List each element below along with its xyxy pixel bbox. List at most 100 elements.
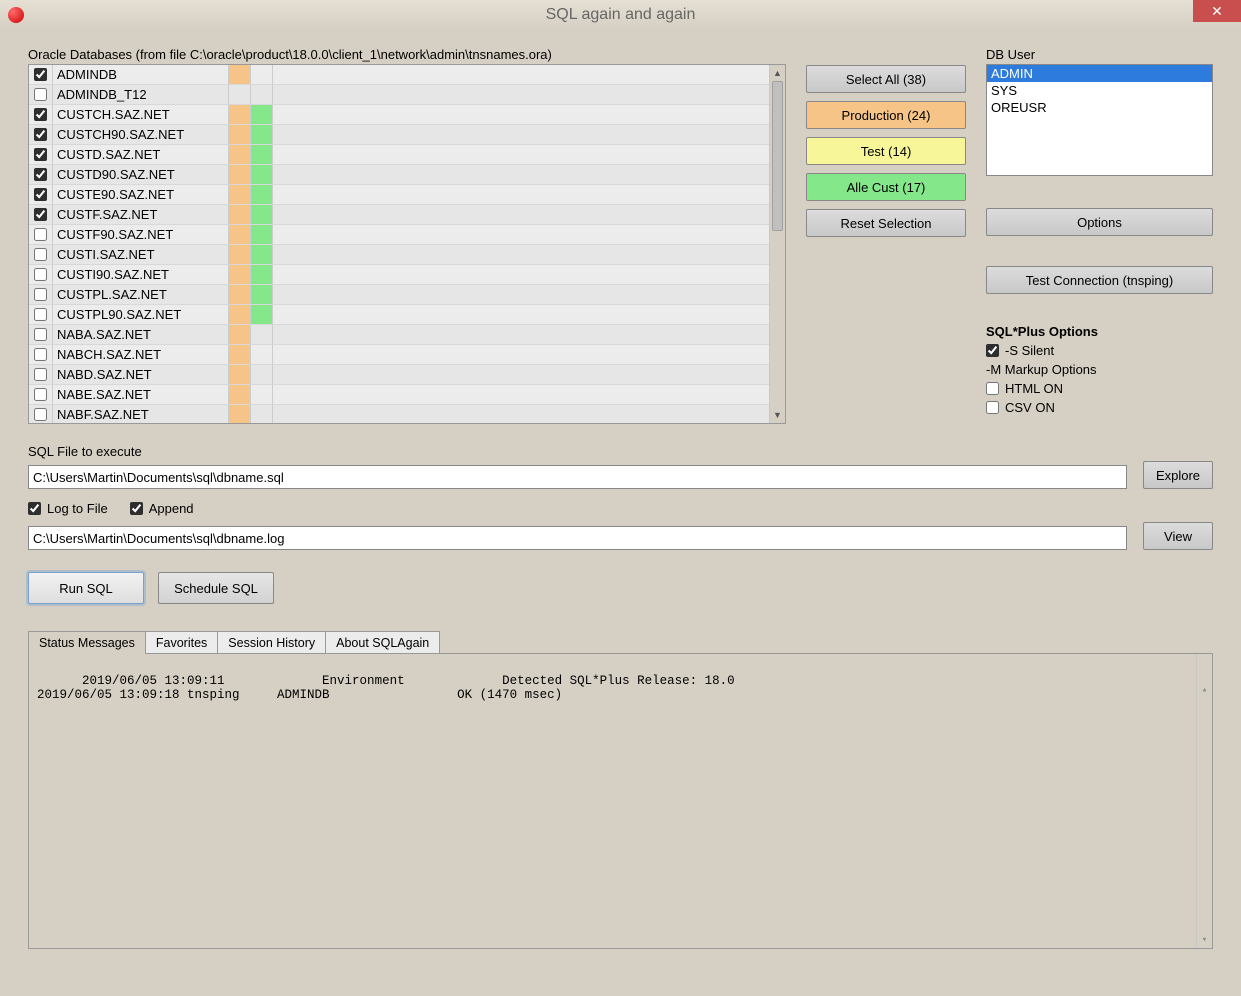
- db-grid-row[interactable]: CUSTF.SAZ.NET: [29, 205, 769, 225]
- db-row-checkbox-cell[interactable]: [29, 345, 53, 364]
- view-button[interactable]: View: [1143, 522, 1213, 550]
- db-row-checkbox-cell[interactable]: [29, 65, 53, 84]
- db-user-list[interactable]: ADMINSYSOREUSR: [986, 64, 1213, 176]
- db-grid-row[interactable]: CUSTPL90.SAZ.NET: [29, 305, 769, 325]
- db-row-checkbox-cell[interactable]: [29, 405, 53, 423]
- tab-status-messages[interactable]: Status Messages: [28, 631, 146, 654]
- db-grid-row[interactable]: NABE.SAZ.NET: [29, 385, 769, 405]
- db-grid-row[interactable]: CUSTD.SAZ.NET: [29, 145, 769, 165]
- log-file-input[interactable]: [28, 526, 1127, 550]
- db-grid-row[interactable]: NABD.SAZ.NET: [29, 365, 769, 385]
- db-row-checkbox-cell[interactable]: [29, 185, 53, 204]
- silent-checkbox[interactable]: [986, 344, 999, 357]
- db-row-checkbox-cell[interactable]: [29, 205, 53, 224]
- db-row-checkbox-cell[interactable]: [29, 285, 53, 304]
- db-grid-row[interactable]: CUSTD90.SAZ.NET: [29, 165, 769, 185]
- db-row-color1: [229, 125, 251, 144]
- db-row-checkbox[interactable]: [34, 328, 47, 341]
- db-grid-row[interactable]: CUSTE90.SAZ.NET: [29, 185, 769, 205]
- test-button[interactable]: Test (14): [806, 137, 966, 165]
- db-row-color1: [229, 345, 251, 364]
- db-row-checkbox-cell[interactable]: [29, 245, 53, 264]
- db-row-checkbox-cell[interactable]: [29, 385, 53, 404]
- production-button[interactable]: Production (24): [806, 101, 966, 129]
- append-checkbox[interactable]: [130, 502, 143, 515]
- db-row-checkbox[interactable]: [34, 348, 47, 361]
- close-button[interactable]: ✕: [1193, 0, 1241, 22]
- db-row-color2: [251, 205, 273, 224]
- db-grid-row[interactable]: CUSTI90.SAZ.NET: [29, 265, 769, 285]
- run-sql-button[interactable]: Run SQL: [28, 572, 144, 604]
- db-row-checkbox-cell[interactable]: [29, 265, 53, 284]
- db-grid-scrollbar[interactable]: ▲ ▼: [769, 65, 785, 423]
- scroll-up-icon[interactable]: ▴: [1197, 682, 1212, 698]
- db-grid-row[interactable]: ADMINDB: [29, 65, 769, 85]
- scroll-down-icon[interactable]: ▼: [770, 407, 785, 423]
- db-row-checkbox[interactable]: [34, 148, 47, 161]
- scroll-down-icon[interactable]: ▾: [1197, 932, 1212, 948]
- db-row-checkbox-cell[interactable]: [29, 125, 53, 144]
- test-connection-button[interactable]: Test Connection (tnsping): [986, 266, 1213, 294]
- db-row-checkbox[interactable]: [34, 68, 47, 81]
- db-user-label: DB User: [986, 47, 1213, 62]
- db-row-checkbox[interactable]: [34, 188, 47, 201]
- db-user-item[interactable]: SYS: [987, 82, 1212, 99]
- db-row-checkbox-cell[interactable]: [29, 145, 53, 164]
- db-row-checkbox[interactable]: [34, 368, 47, 381]
- db-row-checkbox[interactable]: [34, 168, 47, 181]
- db-row-checkbox[interactable]: [34, 208, 47, 221]
- db-row-checkbox-cell[interactable]: [29, 225, 53, 244]
- html-on-checkbox[interactable]: [986, 382, 999, 395]
- scroll-thumb[interactable]: [772, 81, 783, 231]
- db-user-item[interactable]: ADMIN: [987, 65, 1212, 82]
- db-row-name: CUSTD.SAZ.NET: [53, 145, 229, 164]
- tab-session-history[interactable]: Session History: [217, 631, 326, 654]
- db-row-checkbox[interactable]: [34, 228, 47, 241]
- csv-on-checkbox[interactable]: [986, 401, 999, 414]
- db-row-checkbox-cell[interactable]: [29, 325, 53, 344]
- db-grid-row[interactable]: CUSTPL.SAZ.NET: [29, 285, 769, 305]
- scroll-up-icon[interactable]: ▲: [770, 65, 785, 81]
- log-to-file-checkbox[interactable]: [28, 502, 41, 515]
- options-button[interactable]: Options: [986, 208, 1213, 236]
- alle-cust-button[interactable]: Alle Cust (17): [806, 173, 966, 201]
- db-row-checkbox[interactable]: [34, 408, 47, 421]
- db-row-checkbox-cell[interactable]: [29, 365, 53, 384]
- db-row-name: CUSTPL.SAZ.NET: [53, 285, 229, 304]
- db-row-checkbox-cell[interactable]: [29, 305, 53, 324]
- db-grid-row[interactable]: CUSTCH90.SAZ.NET: [29, 125, 769, 145]
- db-row-checkbox[interactable]: [34, 288, 47, 301]
- db-grid-row[interactable]: NABCH.SAZ.NET: [29, 345, 769, 365]
- db-row-checkbox[interactable]: [34, 88, 47, 101]
- db-row-color1: [229, 205, 251, 224]
- explore-button[interactable]: Explore: [1143, 461, 1213, 489]
- db-grid-row[interactable]: ADMINDB_T12: [29, 85, 769, 105]
- status-scrollbar[interactable]: ▴ ▾: [1196, 654, 1212, 948]
- html-on-label: HTML ON: [1005, 381, 1063, 396]
- select-all-button[interactable]: Select All (38): [806, 65, 966, 93]
- titlebar[interactable]: SQL again and again ✕: [0, 0, 1241, 29]
- tab-favorites[interactable]: Favorites: [145, 631, 218, 654]
- db-grid-row[interactable]: NABF.SAZ.NET: [29, 405, 769, 423]
- tab-about-sqlagain[interactable]: About SQLAgain: [325, 631, 440, 654]
- db-row-checkbox-cell[interactable]: [29, 105, 53, 124]
- db-row-checkbox[interactable]: [34, 388, 47, 401]
- db-row-checkbox[interactable]: [34, 108, 47, 121]
- status-messages-panel[interactable]: 2019/06/05 13:09:11 Environment Detected…: [28, 653, 1213, 949]
- db-row-checkbox-cell[interactable]: [29, 165, 53, 184]
- sql-file-input[interactable]: [28, 465, 1127, 489]
- db-grid-row[interactable]: CUSTCH.SAZ.NET: [29, 105, 769, 125]
- db-grid-row[interactable]: CUSTI.SAZ.NET: [29, 245, 769, 265]
- db-row-checkbox[interactable]: [34, 308, 47, 321]
- db-row-color1: [229, 245, 251, 264]
- schedule-sql-button[interactable]: Schedule SQL: [158, 572, 274, 604]
- db-grid-row[interactable]: NABA.SAZ.NET: [29, 325, 769, 345]
- db-row-checkbox[interactable]: [34, 128, 47, 141]
- db-grid-row[interactable]: CUSTF90.SAZ.NET: [29, 225, 769, 245]
- db-row-checkbox[interactable]: [34, 248, 47, 261]
- tabs: Status MessagesFavoritesSession HistoryA…: [28, 630, 1213, 653]
- db-row-checkbox[interactable]: [34, 268, 47, 281]
- reset-selection-button[interactable]: Reset Selection: [806, 209, 966, 237]
- db-row-checkbox-cell[interactable]: [29, 85, 53, 104]
- db-user-item[interactable]: OREUSR: [987, 99, 1212, 116]
